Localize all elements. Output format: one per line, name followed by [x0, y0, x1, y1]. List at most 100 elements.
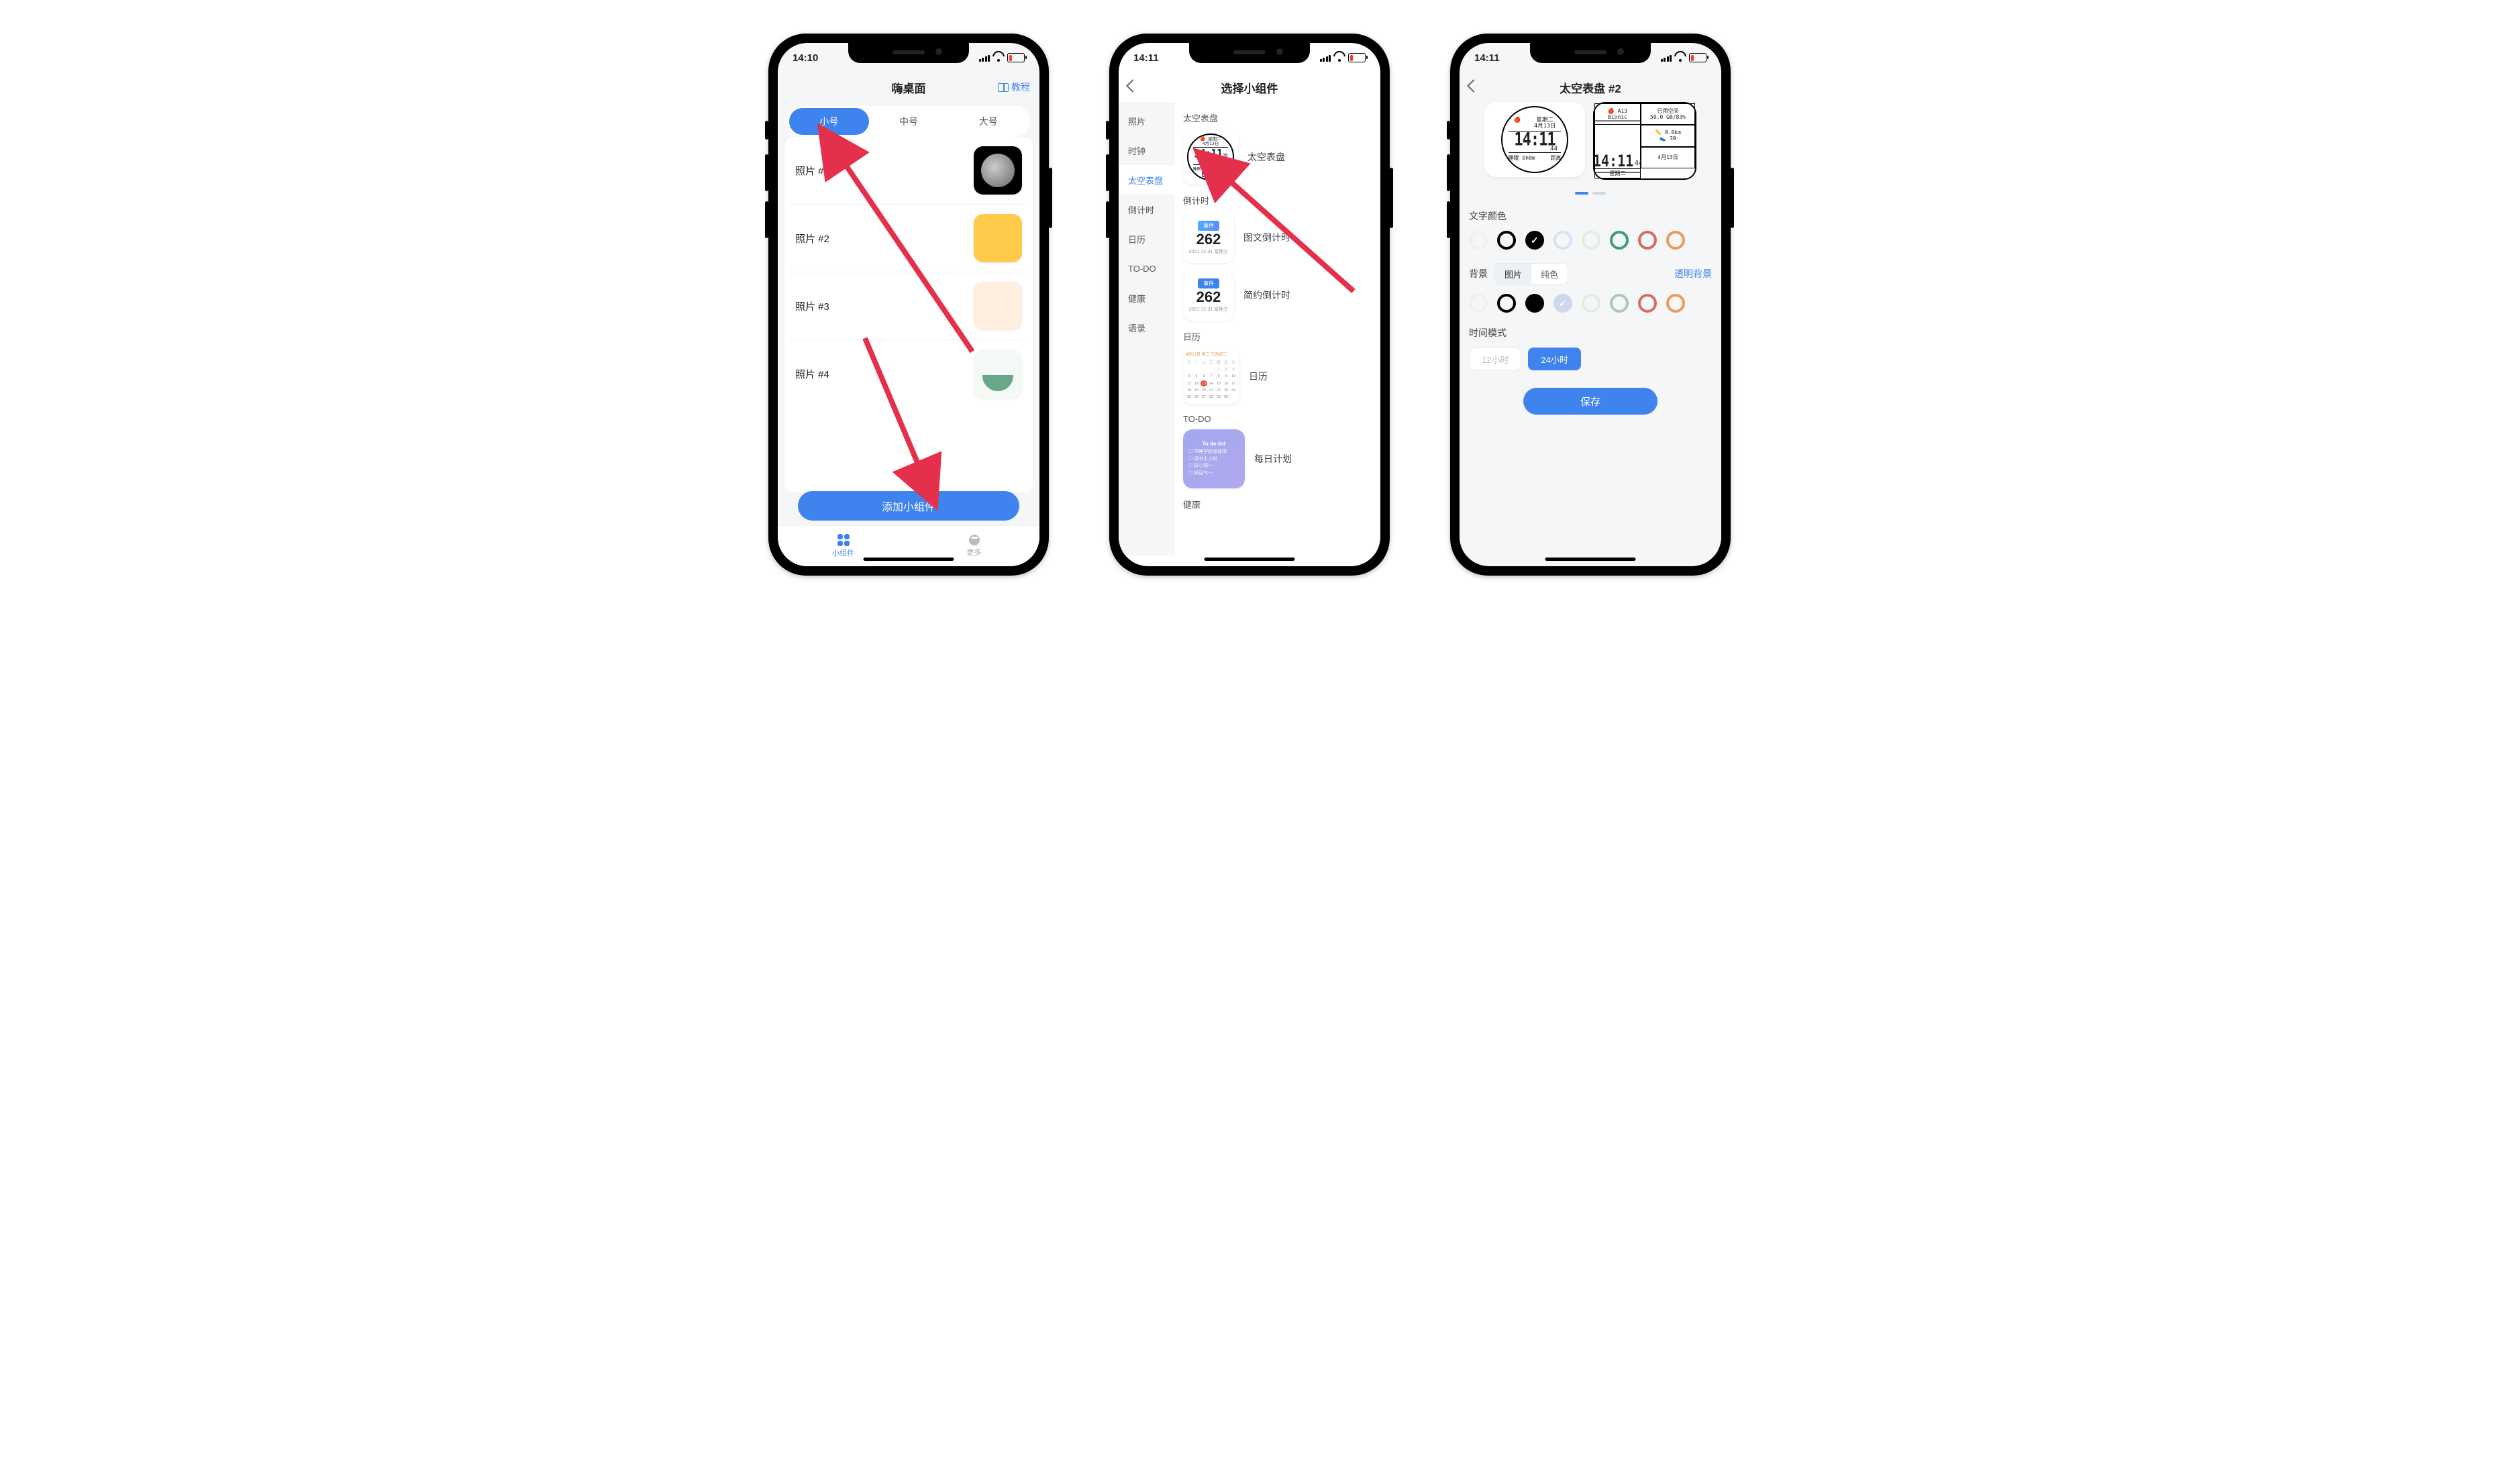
transparent-bg-link[interactable]: 透明背景 [1674, 267, 1712, 280]
category-item[interactable]: TO-DO [1119, 254, 1175, 283]
category-item[interactable]: 太空表盘 [1119, 165, 1175, 195]
section-header: 倒计时 [1183, 194, 1372, 207]
swatch-white[interactable] [1469, 231, 1488, 250]
time-mode-segment[interactable]: 12小时 24小时 [1469, 348, 1712, 370]
preview-medium[interactable]: 🍎 A13Bionic 已用空间50.0 GB/83% 14:1144 📏 0.… [1593, 102, 1696, 180]
swatch-black[interactable] [1497, 231, 1516, 250]
grid-dial-icon: 🍎 A13Bionic 已用空间50.0 GB/83% 14:1144 📏 0.… [1594, 103, 1695, 178]
section-header: 健康 [1183, 498, 1372, 511]
dial-preview: 🍎 星期二4月13日 14:1129 👟39 睡眠 0h0m 0.0km [1183, 129, 1238, 184]
swatch-green[interactable] [1610, 231, 1629, 250]
back-button[interactable] [1469, 81, 1478, 94]
swatch-lightgreen[interactable] [1582, 294, 1600, 313]
swatch-orange[interactable] [1666, 294, 1685, 313]
widget-name: 照片 #2 [795, 231, 829, 246]
picker-item-dial[interactable]: 🍎 星期二4月13日 14:1129 👟39 睡眠 0h0m 0.0km 太空表… [1183, 129, 1372, 184]
status-time: 14:10 [793, 52, 818, 64]
home-indicator[interactable] [1545, 558, 1636, 561]
countdown-preview: 事件 262 2021-12-31 星期五 [1183, 212, 1234, 263]
picker-item-calendar[interactable]: 4月13日 周二 三月初二 日一二三四五六1234567891011121314… [1183, 348, 1372, 405]
category-item[interactable]: 语录 [1119, 313, 1175, 342]
page-title: 嗨桌面 [892, 79, 926, 96]
category-sidebar[interactable]: 照片 时钟 太空表盘 倒计时 日历 TO-DO 健康 语录 [1119, 102, 1175, 555]
swatch-black[interactable] [1497, 294, 1516, 313]
battery-icon [1689, 53, 1706, 62]
phone-mock-2: 14:11 选择小组件 照片 时钟 太空表盘 倒计时 日历 TO-DO [1109, 34, 1390, 576]
calendar-preview: 4月13日 周二 三月初二 日一二三四五六1234567891011121314… [1183, 348, 1239, 405]
home-indicator[interactable] [864, 558, 954, 561]
battery-icon [1348, 53, 1366, 62]
widget-name: 照片 #4 [795, 367, 829, 381]
picker-item-label: 日历 [1249, 370, 1268, 383]
tutorial-link[interactable]: 教程 [998, 81, 1030, 94]
label-background: 背景 [1469, 267, 1488, 280]
swatch-grey-selected[interactable] [1553, 294, 1572, 313]
page-title: 选择小组件 [1221, 79, 1278, 96]
category-item[interactable]: 日历 [1119, 224, 1175, 254]
section-header: 太空表盘 [1183, 111, 1372, 124]
widget-row[interactable]: 照片 #3 [791, 272, 1026, 340]
widget-list[interactable]: 照片 #1 照片 #2 照片 #3 照片 #4 [784, 137, 1033, 492]
size-segment[interactable]: 小号 中号 大号 [787, 106, 1030, 137]
bg-opt-solid[interactable]: 纯色 [1531, 264, 1568, 284]
swatch-green2[interactable] [1610, 294, 1629, 313]
swatch-black-filled[interactable] [1525, 294, 1544, 313]
battery-icon [1007, 53, 1025, 62]
swatch-red[interactable] [1638, 294, 1657, 313]
section-header: 日历 [1183, 330, 1372, 343]
picker-item-countdown[interactable]: 事件 262 2021-12-31 星期五 简约倒计时 [1183, 270, 1372, 321]
size-medium[interactable]: 中号 [869, 108, 949, 135]
swatch-orange[interactable] [1666, 231, 1685, 250]
picker-item-countdown[interactable]: 事件 262 2021-12-31 星期五 图文倒计时 [1183, 212, 1372, 263]
background-type-segment[interactable]: 图片 纯色 [1494, 263, 1568, 284]
todo-preview: To do list 早睡早起身体棒 读书半小时 好心情～ 好运气～ [1183, 429, 1245, 488]
status-time: 14:11 [1133, 52, 1159, 64]
save-button[interactable]: 保存 [1523, 388, 1658, 415]
status-icons [979, 53, 1025, 62]
page-dots [1469, 192, 1712, 195]
size-small[interactable]: 小号 [789, 108, 869, 135]
bg-opt-image[interactable]: 图片 [1495, 264, 1531, 284]
widget-thumb [974, 146, 1022, 195]
nav-bar: 嗨桌面 教程 [778, 72, 1039, 102]
more-icon [969, 535, 980, 545]
widget-row[interactable]: 照片 #4 [791, 340, 1026, 407]
swatch-black-selected[interactable] [1525, 231, 1544, 250]
widget-row[interactable]: 照片 #1 [791, 137, 1026, 205]
status-icons [1320, 53, 1366, 62]
widget-name: 照片 #1 [795, 164, 829, 178]
book-icon [998, 83, 1009, 92]
preview-carousel[interactable]: 🍎星期二4月13日 14:11 44 睡眠 0h0m距离 🍎 A13Bionic… [1469, 102, 1712, 180]
picker-item-label: 图文倒计时 [1243, 231, 1290, 244]
picker-item-todo[interactable]: To do list 早睡早起身体棒 读书半小时 好心情～ 好运气～ 每日计划 [1183, 429, 1372, 488]
widget-thumb [974, 282, 1022, 330]
widget-picker[interactable]: 太空表盘 🍎 星期二4月13日 14:1129 👟39 睡眠 0h0m 0.0k… [1175, 102, 1380, 555]
category-item[interactable]: 倒计时 [1119, 195, 1175, 224]
time-24h[interactable]: 24小时 [1528, 348, 1580, 370]
chevron-left-icon [1467, 79, 1480, 93]
back-button[interactable] [1128, 81, 1137, 94]
widget-thumb [974, 214, 1022, 262]
size-large[interactable]: 大号 [948, 108, 1028, 135]
widget-row[interactable]: 照片 #2 [791, 205, 1026, 272]
swatch-lightblue[interactable] [1553, 231, 1572, 250]
page-title: 太空表盘 #2 [1560, 79, 1621, 96]
swatch-lightgreen[interactable] [1582, 231, 1600, 250]
section-header: TO-DO [1183, 414, 1372, 424]
nav-bar: 选择小组件 [1119, 72, 1380, 102]
signal-icon [979, 54, 990, 62]
text-color-swatches [1469, 231, 1712, 250]
nav-bar: 太空表盘 #2 [1460, 72, 1721, 102]
preview-small[interactable]: 🍎星期二4月13日 14:11 44 睡眠 0h0m距离 [1484, 102, 1585, 177]
home-indicator[interactable] [1205, 558, 1295, 561]
swatch-red[interactable] [1638, 231, 1657, 250]
status-icons [1661, 53, 1707, 62]
dial-icon: 🍎星期二4月13日 14:11 44 睡眠 0h0m距离 [1501, 106, 1568, 173]
time-12h[interactable]: 12小时 [1469, 348, 1521, 370]
swatch-white[interactable] [1469, 294, 1488, 313]
category-item[interactable]: 照片 [1119, 106, 1175, 136]
add-widget-button[interactable]: 添加小组件 [798, 491, 1019, 521]
picker-item-label: 简约倒计时 [1243, 288, 1290, 302]
category-item[interactable]: 健康 [1119, 283, 1175, 313]
category-item[interactable]: 时钟 [1119, 136, 1175, 165]
